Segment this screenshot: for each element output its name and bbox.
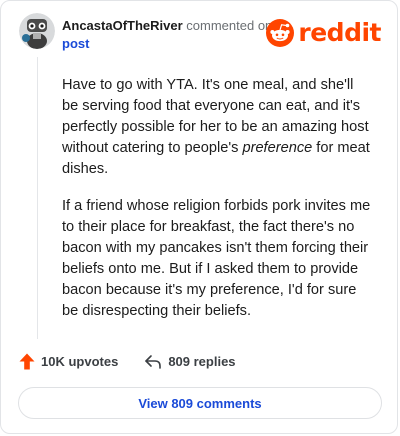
post-link[interactable]: post bbox=[62, 36, 89, 51]
comment-card: AncastaOfTheRiver commented on post redd… bbox=[0, 0, 398, 434]
reply-button[interactable]: 809 replies bbox=[144, 354, 236, 370]
user-avatar[interactable] bbox=[19, 13, 55, 49]
emphasis-text: preference bbox=[242, 140, 313, 156]
reddit-brand[interactable]: reddit bbox=[266, 19, 381, 47]
view-comments-button[interactable]: View 809 comments bbox=[18, 387, 382, 419]
thread-line[interactable] bbox=[37, 57, 38, 339]
upvote-button[interactable]: 10K upvotes bbox=[19, 353, 118, 370]
comment-header: AncastaOfTheRiver commented on post bbox=[62, 17, 277, 53]
upvote-count: 10K upvotes bbox=[41, 354, 119, 369]
reply-arrow-icon bbox=[145, 354, 162, 369]
reddit-wordmark: reddit bbox=[298, 18, 381, 47]
comment-paragraph: If a friend whose religion forbids pork … bbox=[62, 198, 371, 319]
reply-count: 809 replies bbox=[168, 354, 236, 369]
upvote-arrow-icon bbox=[19, 353, 35, 370]
comment-body: Have to go with YTA. It's one meal, and … bbox=[62, 75, 372, 338]
snoo-logo-icon bbox=[266, 19, 295, 47]
action-bar: 10K upvotes 809 replies bbox=[19, 353, 236, 370]
commented-on-text: commented on bbox=[186, 18, 273, 33]
username-link[interactable]: AncastaOfTheRiver bbox=[62, 18, 183, 33]
comment-paragraph: Have to go with YTA. It's one meal, and … bbox=[62, 77, 370, 177]
